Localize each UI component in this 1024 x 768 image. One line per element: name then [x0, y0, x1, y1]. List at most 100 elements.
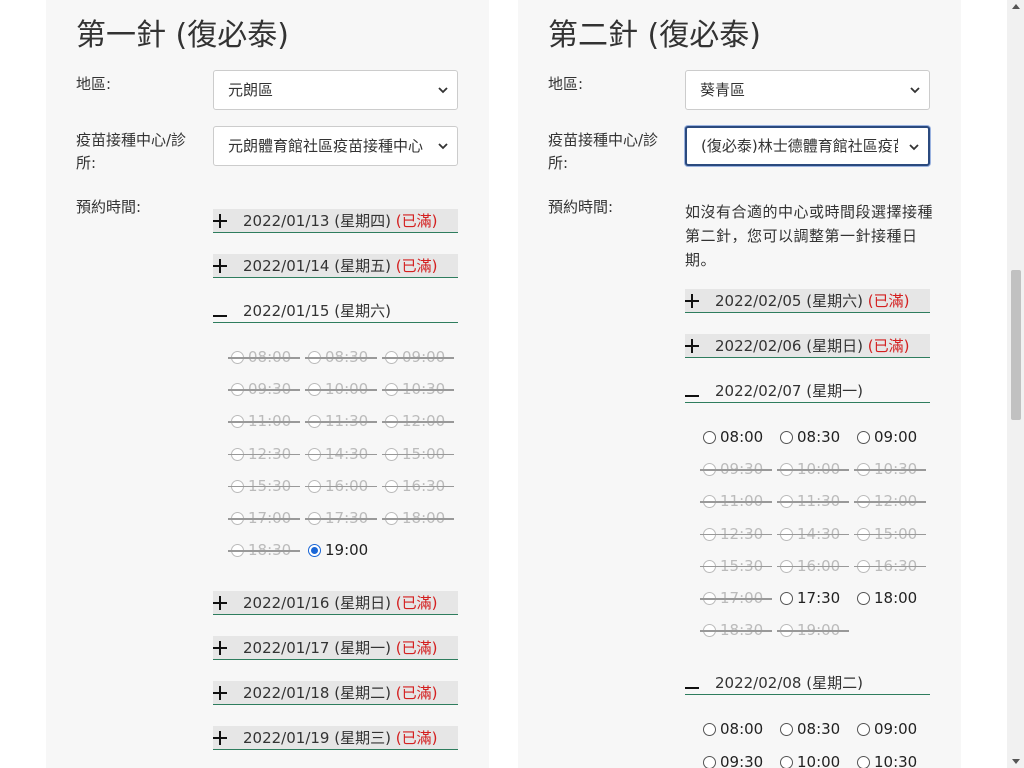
radio-button[interactable] — [857, 755, 870, 768]
time-slot-radio[interactable]: 09:00 — [854, 718, 926, 740]
dose1-day-header[interactable]: 2022/01/13 (星期四) (已滿) — [213, 209, 458, 234]
adjust-first-dose-note: 如沒有合適的中心或時間段選擇接種第二針，您可以調整第一針接種日期。 — [685, 203, 934, 269]
radio-button[interactable] — [703, 431, 716, 444]
scroll-down-arrow-icon[interactable] — [1012, 759, 1020, 764]
time-slot-radio: 11:30 — [305, 410, 377, 432]
time-slot-radio[interactable]: 09:00 — [854, 426, 926, 448]
day-date: 2022/01/19 (星期三) — [243, 729, 391, 748]
radio-button[interactable] — [857, 592, 870, 605]
radio-button[interactable] — [857, 723, 870, 737]
day-date-label: 2022/01/18 (星期二) (已滿) — [243, 681, 437, 705]
radio-button[interactable] — [780, 755, 793, 768]
day-date-label: 2022/01/14 (星期五) (已滿) — [243, 254, 437, 278]
time-slot-radio[interactable]: 10:00 — [777, 751, 849, 768]
dose1-day-header[interactable]: 2022/01/14 (星期五) (已滿) — [213, 254, 458, 279]
fully-booked-tag: (已滿) — [395, 639, 438, 658]
radio-button[interactable] — [780, 592, 793, 605]
unavailable-strike — [777, 469, 849, 471]
unavailable-strike — [305, 389, 377, 391]
day-date: 2022/01/18 (星期二) — [243, 684, 391, 703]
time-slot-radio: 09:30 — [700, 458, 772, 480]
time-slot-radio: 17:30 — [305, 507, 377, 529]
unavailable-strike — [700, 469, 772, 471]
time-slot-radio[interactable]: 09:30 — [700, 751, 772, 768]
time-slot-radio: 15:30 — [228, 475, 300, 497]
dose2-day-header[interactable]: 2022/02/05 (星期六) (已滿) — [685, 289, 930, 314]
time-slot-label: 10:30 — [874, 752, 918, 768]
time-slot-label: 09:00 — [874, 720, 918, 739]
day-date: 2022/02/05 (星期六) — [715, 292, 863, 310]
time-slot-radio[interactable]: 08:00 — [700, 718, 772, 740]
plus-icon — [213, 641, 227, 656]
time-slot-radio: 17:00 — [228, 507, 300, 529]
time-slot-radio[interactable]: 08:00 — [700, 426, 772, 448]
second-dose-center-select[interactable]: (復必泰)林士德體育館社區疫苗接種中心 — [685, 126, 930, 166]
time-slot-radio: 10:30 — [854, 458, 926, 480]
plus-icon — [685, 294, 699, 308]
time-slot-label: 19:00 — [325, 541, 369, 560]
second-dose-title: 第二針 (復必泰) — [548, 18, 761, 53]
first-dose-district-label: 地區: — [76, 75, 112, 93]
plus-icon — [213, 259, 227, 273]
radio-button[interactable] — [780, 723, 793, 737]
time-slot-radio: 10:00 — [305, 378, 377, 400]
dose1-day-header[interactable]: 2022/01/16 (星期日) (已滿) — [213, 591, 458, 616]
time-slot-radio[interactable]: 19:00 — [305, 539, 377, 561]
unavailable-strike — [382, 518, 454, 520]
unavailable-strike — [305, 357, 377, 359]
time-slot-radio: 17:00 — [700, 587, 772, 609]
time-slot-radio: 16:30 — [382, 475, 454, 497]
second-dose-center-label: 疫苗接種中心/診所: — [548, 131, 659, 172]
time-slot-radio[interactable]: 08:30 — [777, 426, 849, 448]
day-date: 2022/01/14 (星期五) — [243, 257, 391, 275]
minus-icon — [685, 395, 699, 397]
radio-button[interactable] — [308, 544, 321, 558]
radio-button[interactable] — [703, 723, 716, 737]
scrollbar-thumb[interactable] — [1011, 270, 1021, 420]
second-dose-district-select[interactable]: 葵青區 — [685, 70, 930, 110]
time-slot-label: 09:00 — [874, 428, 918, 446]
chevron-down-icon — [438, 87, 448, 94]
plus-icon — [213, 596, 227, 611]
time-slot-radio[interactable]: 10:30 — [854, 751, 926, 768]
time-slot-radio: 15:30 — [700, 555, 772, 577]
radio-button[interactable] — [857, 431, 870, 444]
unavailable-strike — [228, 518, 300, 520]
fully-booked-tag: (已滿) — [867, 337, 910, 355]
unavailable-strike — [228, 550, 300, 552]
first-dose-center-label: 疫苗接種中心/診所: — [76, 131, 187, 172]
dose1-day-header[interactable]: 2022/01/17 (星期一) (已滿) — [213, 636, 458, 661]
first-dose-center-value: 元朗體育館社區疫苗接種中心 — [228, 137, 424, 155]
day-date: 2022/02/08 (星期二) — [715, 674, 863, 693]
time-slot-radio: 16:30 — [854, 555, 926, 577]
unavailable-strike — [700, 533, 772, 536]
unavailable-strike — [777, 565, 849, 568]
dose2-day-header[interactable]: 2022/02/06 (星期日) (已滿) — [685, 334, 930, 359]
time-slot-radio: 18:30 — [700, 619, 772, 641]
unavailable-strike — [228, 389, 300, 391]
dose2-day-header[interactable]: 2022/02/08 (星期二) — [685, 671, 930, 696]
time-slot-radio: 18:30 — [228, 539, 300, 561]
time-slot-radio[interactable]: 17:30 — [777, 587, 849, 609]
radio-button[interactable] — [703, 755, 716, 768]
unavailable-strike — [305, 453, 377, 456]
time-slot-radio[interactable]: 08:30 — [777, 718, 849, 740]
time-slot-radio: 19:00 — [777, 619, 849, 641]
unavailable-strike — [382, 453, 454, 456]
day-date: 2022/02/06 (星期日) — [715, 337, 863, 355]
first-dose-center-select[interactable]: 元朗體育館社區疫苗接種中心 — [213, 126, 458, 166]
dose1-day-header[interactable]: 2022/01/19 (星期三) (已滿) — [213, 726, 458, 751]
time-slot-radio[interactable]: 18:00 — [854, 587, 926, 609]
day-date-label: 2022/01/15 (星期六) — [243, 299, 391, 323]
scroll-up-arrow-icon[interactable] — [1012, 4, 1020, 9]
radio-button[interactable] — [780, 431, 793, 444]
dose1-day-header[interactable]: 2022/01/18 (星期二) (已滿) — [213, 681, 458, 706]
minus-icon — [213, 315, 227, 317]
dose1-day-header[interactable]: 2022/01/15 (星期六) — [213, 299, 458, 324]
first-dose-district-select[interactable]: 元朗區 — [213, 70, 458, 110]
dose2-day-header[interactable]: 2022/02/07 (星期一) — [685, 379, 930, 404]
plus-icon — [213, 686, 227, 701]
page-scrollbar[interactable] — [1007, 0, 1024, 768]
minus-icon — [685, 687, 699, 690]
time-slot-radio: 18:00 — [382, 507, 454, 529]
